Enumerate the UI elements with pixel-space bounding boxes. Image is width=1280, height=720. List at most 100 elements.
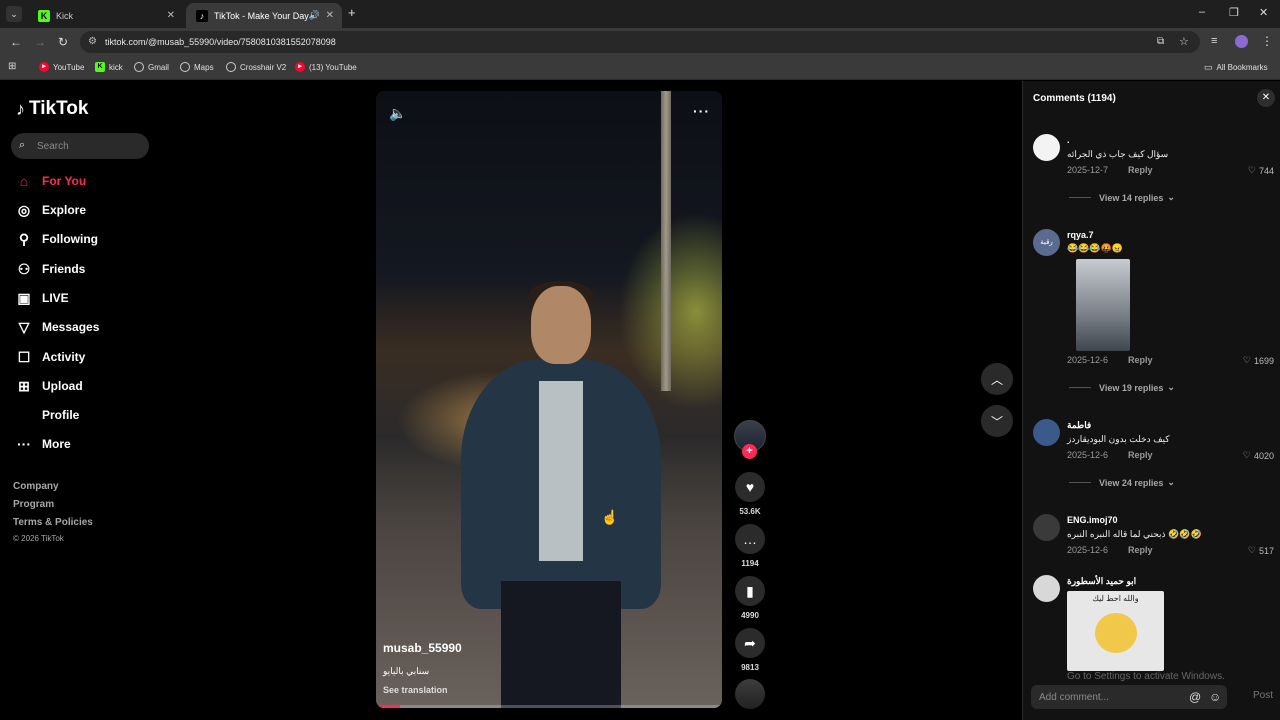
speaker-icon[interactable]: 🔊 bbox=[309, 10, 320, 21]
like-button[interactable]: ♥ bbox=[735, 472, 765, 502]
comment-avatar[interactable] bbox=[1033, 134, 1060, 161]
comment-avatar[interactable]: رقية bbox=[1033, 229, 1060, 256]
nav-messages[interactable]: ▽ Messages bbox=[14, 317, 100, 337]
media-controls-icon[interactable]: ≡ bbox=[1211, 35, 1217, 47]
home-icon: ⌂ bbox=[19, 173, 29, 189]
close-window-icon[interactable]: ✕ bbox=[1259, 6, 1268, 19]
nav-for-you[interactable]: ⌂ For You bbox=[14, 171, 86, 191]
video-username[interactable]: musab_55990 bbox=[383, 641, 462, 655]
browser-menu-icon[interactable]: ⋮ bbox=[1261, 34, 1273, 48]
comment-sticker[interactable]: والله احط ليك bbox=[1067, 591, 1164, 671]
post-comment-button[interactable]: Post bbox=[1253, 690, 1273, 701]
more-options-icon[interactable]: ··· bbox=[693, 103, 710, 119]
comment-reply-button[interactable]: Reply bbox=[1128, 450, 1153, 460]
forward-icon[interactable]: → bbox=[34, 35, 46, 49]
search-input[interactable]: ⌕ Search bbox=[11, 133, 149, 159]
comment-avatar[interactable] bbox=[1033, 514, 1060, 541]
folder-icon: ▭ bbox=[1204, 62, 1213, 72]
comment-button[interactable]: … bbox=[735, 524, 765, 554]
nav-profile[interactable]: Profile bbox=[14, 405, 79, 425]
sound-avatar[interactable] bbox=[735, 679, 765, 709]
nav-label: LIVE bbox=[42, 291, 69, 305]
close-comments-button[interactable]: ✕ bbox=[1257, 89, 1275, 107]
activate-windows-watermark: Go to Settings to activate Windows. bbox=[1067, 671, 1225, 682]
bookmark-label: kick bbox=[109, 62, 123, 72]
tab-kick[interactable]: K Kick ✕ bbox=[28, 3, 183, 28]
tab-search-icon[interactable]: ⌄ bbox=[6, 6, 22, 22]
comment-avatar[interactable] bbox=[1033, 419, 1060, 446]
comment-reply-button[interactable]: Reply bbox=[1128, 355, 1153, 365]
bookmark-youtube[interactable]: ▸ YouTube bbox=[39, 62, 84, 72]
comment-author[interactable]: فاطمة bbox=[1067, 420, 1091, 431]
nav-upload[interactable]: ⊞ Upload bbox=[14, 376, 83, 396]
tiktok-logo[interactable]: ♪ TikTok bbox=[16, 98, 88, 120]
comment-like-button[interactable]: ♡ 4020 bbox=[1243, 450, 1274, 461]
emoji-icon[interactable]: ☺ bbox=[1209, 690, 1221, 704]
view-replies-button[interactable]: View 24 replies ⌄ bbox=[1069, 477, 1175, 488]
comment-like-button[interactable]: ♡ 517 bbox=[1248, 545, 1274, 556]
bookmark-crosshair[interactable]: Crosshair V2 bbox=[226, 62, 286, 72]
comment-avatar[interactable] bbox=[1033, 575, 1060, 602]
comment-input[interactable]: Add comment... @ ☺ bbox=[1031, 685, 1227, 709]
nav-label: Activity bbox=[42, 350, 86, 364]
share-button[interactable]: ➦ bbox=[735, 628, 765, 658]
nav-friends[interactable]: ⚇ Friends bbox=[14, 259, 86, 279]
comment-reply-button[interactable]: Reply bbox=[1128, 545, 1153, 555]
video-progress-bar[interactable] bbox=[376, 705, 722, 708]
comment-reply-button[interactable]: Reply bbox=[1128, 165, 1153, 175]
nav-explore[interactable]: ◎ Explore bbox=[14, 200, 86, 220]
nav-following[interactable]: ⚲ Following bbox=[14, 229, 98, 249]
view-replies-button[interactable]: View 14 replies ⌄ bbox=[1069, 192, 1175, 203]
comment-author[interactable]: rqya.7 bbox=[1067, 230, 1094, 240]
comment-author[interactable]: . bbox=[1067, 135, 1070, 145]
nav-activity[interactable]: ☐ Activity bbox=[14, 347, 86, 367]
next-video-button[interactable]: ﹀ bbox=[981, 405, 1013, 437]
nav-more[interactable]: ··· More bbox=[14, 434, 71, 454]
comment-image[interactable] bbox=[1076, 259, 1130, 351]
new-tab-button[interactable]: + bbox=[348, 5, 356, 20]
close-tab-icon[interactable]: ✕ bbox=[167, 10, 175, 21]
all-bookmarks[interactable]: ▭ All Bookmarks bbox=[1204, 62, 1268, 73]
bookmark-kick[interactable]: K kick bbox=[95, 62, 123, 72]
bookmark-star-icon[interactable]: ☆ bbox=[1179, 35, 1189, 48]
bookmark-icon: ▮ bbox=[746, 582, 754, 599]
video-progress-fill bbox=[376, 705, 401, 708]
install-app-icon[interactable]: ⧉ bbox=[1157, 36, 1164, 47]
minimize-icon[interactable]: – bbox=[1199, 6, 1205, 18]
mention-icon[interactable]: @ bbox=[1189, 690, 1201, 704]
view-replies-label: View 14 replies bbox=[1099, 192, 1164, 203]
volume-icon[interactable]: 🔈 bbox=[389, 105, 406, 122]
tab-tiktok[interactable]: ♪ TikTok - Make Your Day 🔊 ✕ bbox=[186, 3, 342, 28]
bookmark-gmail[interactable]: Gmail bbox=[134, 62, 169, 72]
url-field[interactable]: ⚙ tiktok.com/@musab_55990/video/75808103… bbox=[80, 31, 1200, 53]
back-icon[interactable]: ← bbox=[10, 35, 22, 49]
share-count: 9813 bbox=[741, 663, 759, 672]
comment-author[interactable]: ابو حميد الأسطورة bbox=[1067, 576, 1136, 587]
comment-date: 2025-12-7 bbox=[1067, 165, 1109, 175]
previous-video-button[interactable]: ︿ bbox=[981, 363, 1013, 395]
restore-icon[interactable]: ❐ bbox=[1229, 6, 1239, 19]
view-replies-button[interactable]: View 19 replies ⌄ bbox=[1069, 382, 1175, 393]
video-player[interactable]: 🔈 ··· musab_55990 سنابي باليايو See tran… bbox=[376, 91, 722, 708]
footer-program-link[interactable]: Program bbox=[13, 499, 54, 510]
follow-plus-icon[interactable]: + bbox=[742, 444, 757, 459]
comment-date: 2025-12-6 bbox=[1067, 450, 1109, 460]
comment-date: 2025-12-6 bbox=[1067, 355, 1109, 365]
see-translation-link[interactable]: See translation bbox=[383, 685, 448, 695]
footer-terms-link[interactable]: Terms & Policies bbox=[13, 517, 93, 528]
nav-label: Explore bbox=[42, 203, 87, 217]
bookmark-youtube-13[interactable]: ▸ (13) YouTube bbox=[295, 62, 357, 72]
apps-grid-icon[interactable]: ⊞ bbox=[8, 61, 16, 72]
close-tab-icon[interactable]: ✕ bbox=[326, 10, 334, 21]
nav-live[interactable]: ▣ LIVE bbox=[14, 288, 69, 308]
comment-like-button[interactable]: ♡ 1699 bbox=[1243, 355, 1274, 366]
comment-like-button[interactable]: ♡ 744 bbox=[1248, 165, 1274, 176]
nav-label: More bbox=[42, 437, 71, 451]
comment-author[interactable]: ENG.imoj70 bbox=[1067, 515, 1118, 525]
site-info-icon[interactable]: ⚙ bbox=[88, 36, 97, 47]
reload-icon[interactable]: ↻ bbox=[58, 35, 68, 49]
footer-company-link[interactable]: Company bbox=[13, 481, 59, 492]
bookmark-maps[interactable]: Maps bbox=[180, 62, 214, 72]
save-button[interactable]: ▮ bbox=[735, 576, 765, 606]
profile-avatar[interactable] bbox=[1235, 35, 1248, 48]
